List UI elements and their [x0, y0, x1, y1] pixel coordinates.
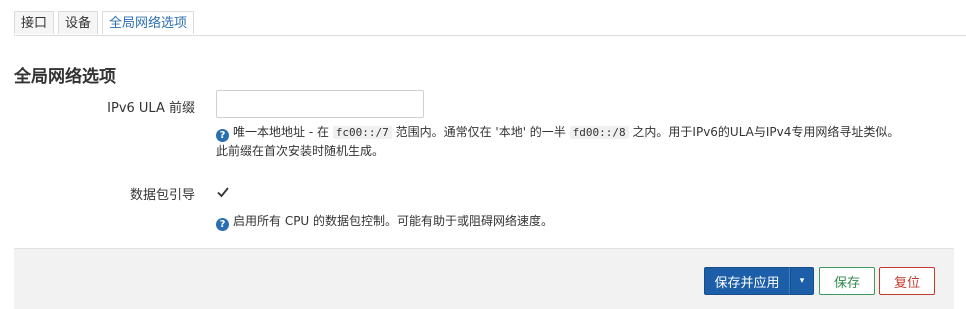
- ipv6-ula-prefix-input[interactable]: [216, 90, 424, 118]
- save-button[interactable]: 保存: [819, 267, 875, 295]
- help-text-part1: 唯一本地地址 - 在: [233, 125, 333, 139]
- packet-steering-help: ? 启用所有 CPU 的数据包控制。可能有助于或阻碍网络速度。: [216, 212, 553, 231]
- help-icon: ?: [216, 218, 229, 231]
- section-title: 全局网络选项: [14, 67, 116, 87]
- tab-devices[interactable]: 设备: [58, 11, 99, 34]
- tab-global-network-options[interactable]: 全局网络选项: [102, 11, 195, 34]
- save-and-apply-button[interactable]: 保存并应用: [704, 267, 790, 295]
- help-code-fc00: fc00::/7: [332, 126, 392, 139]
- reset-button[interactable]: 复位: [879, 267, 935, 295]
- help-text-part3: 之内。用于IPv6的ULA与IPv4专用网络寻址类似。: [628, 125, 900, 139]
- help-text-line2: 此前缀在首次安装时随机生成。: [216, 144, 385, 158]
- help-code-fd00: fd00::/8: [569, 126, 629, 139]
- ipv6-ula-help: ? 唯一本地地址 - 在 fc00::/7 范围内。通常仅在 '本地' 的一半 f…: [216, 123, 956, 161]
- tab-divider: [14, 35, 966, 36]
- help-text-part2: 范围内。通常仅在 '本地' 的一半: [391, 125, 570, 139]
- packet-steering-label: 数据包引导: [129, 188, 195, 203]
- check-icon: [217, 187, 229, 198]
- tab-interfaces[interactable]: 接口: [14, 11, 55, 34]
- apply-dropdown-toggle[interactable]: ▾: [790, 267, 814, 295]
- packet-steering-help-text: 启用所有 CPU 的数据包控制。可能有助于或阻碍网络速度。: [233, 214, 554, 228]
- ipv6-ula-prefix-label: IPv6 ULA 前缀: [107, 101, 195, 116]
- action-bar: 保存并应用 ▾ 保存 复位: [14, 248, 954, 309]
- help-icon: ?: [216, 129, 229, 142]
- tab-bar: 接口 设备 全局网络选项: [14, 11, 195, 35]
- packet-steering-checkbox[interactable]: [216, 185, 230, 199]
